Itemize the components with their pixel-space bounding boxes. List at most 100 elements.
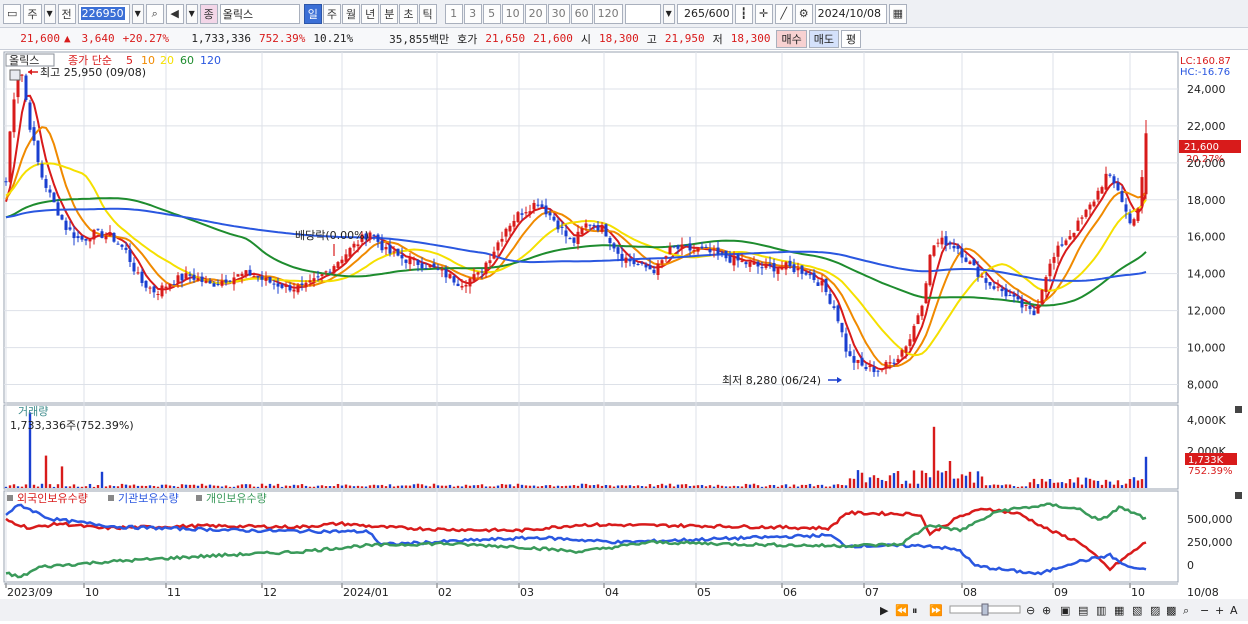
minute-tab-20[interactable]: 20	[524, 3, 547, 24]
candle-body	[920, 305, 924, 317]
chart-tool-icon[interactable]: ▦	[1114, 604, 1124, 617]
draw-icon[interactable]: ╱	[774, 3, 793, 24]
chevron-down-icon[interactable]: ▼	[43, 3, 56, 24]
date-label: 07	[865, 586, 879, 599]
high-price: 21,950	[664, 32, 705, 45]
sell-button[interactable]: 매도	[808, 29, 839, 48]
volume-bar	[720, 485, 724, 488]
minute-tab-5[interactable]: 5	[482, 3, 501, 24]
holding-panel-close-icon[interactable]	[1235, 492, 1242, 499]
candle-body	[472, 274, 476, 281]
volume-bar	[884, 481, 888, 488]
play-icon[interactable]: ▶	[880, 604, 889, 617]
bid-price: 21,600	[533, 32, 573, 45]
font-size-icon[interactable]: A	[1230, 604, 1238, 617]
volume-bar	[1024, 486, 1028, 488]
volume-bar	[904, 480, 908, 488]
candle-body	[408, 257, 412, 265]
zoom-out-icon[interactable]: ⊖	[1026, 604, 1035, 617]
candle-body	[872, 366, 876, 373]
volume-bar	[1032, 478, 1036, 488]
candle-body	[104, 235, 108, 240]
chevron-down-icon[interactable]: ▼	[131, 3, 144, 24]
period-tab-0[interactable]: 일	[303, 3, 322, 24]
minute-tab-120[interactable]: 120	[593, 3, 623, 24]
period-select[interactable]: 주	[23, 3, 42, 24]
volume-bar	[168, 485, 172, 488]
candle-body	[1124, 204, 1128, 212]
candle-body	[480, 271, 484, 273]
minute-tab-1[interactable]: 1	[444, 3, 463, 24]
volume-bar	[924, 472, 928, 488]
plus-icon[interactable]: +	[1215, 604, 1224, 617]
candle-body	[528, 211, 532, 215]
forward-icon[interactable]: ⏩	[929, 604, 943, 617]
date-field[interactable]: 2024/10/08	[814, 3, 887, 24]
period-tab-3[interactable]: 년	[361, 3, 380, 24]
volume-bar	[628, 485, 632, 488]
candle-body	[344, 254, 348, 262]
high-annotation: 최고 25,950 (09/08)	[40, 66, 146, 79]
current-price-tag-text: 21,600	[1184, 142, 1219, 153]
candle-body	[784, 262, 788, 270]
period-tab-5[interactable]: 초	[399, 3, 418, 24]
period-tab-6[interactable]: 틱	[418, 3, 437, 24]
candle-icon[interactable]: ┇	[734, 3, 753, 24]
price-chart-svg[interactable]: 올릭스 종가 단순 5 10 20 60 120 LC:160.87 HC:-1…	[0, 50, 1248, 621]
interval-input[interactable]	[624, 3, 661, 24]
rewind-icon[interactable]: ⏪	[895, 604, 909, 617]
crosshair-icon[interactable]: ✛	[754, 3, 773, 24]
zoom-in-icon[interactable]: ⊕	[1042, 604, 1051, 617]
chart-tool-icon[interactable]: ▣	[1060, 604, 1070, 617]
candle-body	[864, 367, 868, 370]
chart-tool-icon[interactable]: ▧	[1132, 604, 1142, 617]
minus-icon[interactable]: −	[1200, 604, 1209, 617]
stock-code-input[interactable]: 226950	[77, 3, 130, 24]
grid-toggle-icon[interactable]	[9, 69, 21, 81]
minute-tab-10[interactable]: 10	[501, 3, 524, 24]
chart-tool-icon[interactable]: ▨	[1150, 604, 1160, 617]
minute-tab-3[interactable]: 3	[463, 3, 482, 24]
chart-area[interactable]: 올릭스 종가 단순 5 10 20 60 120 LC:160.87 HC:-1…	[0, 50, 1248, 621]
scroll-thumb[interactable]	[981, 603, 989, 616]
chart-tool-icon[interactable]: ▥	[1096, 604, 1106, 617]
price-tick: 24,000	[1187, 83, 1226, 96]
avg-button[interactable]: 평	[840, 29, 862, 48]
candle-body	[520, 213, 524, 215]
buy-button[interactable]: 매수	[776, 29, 807, 48]
period-tab-1[interactable]: 주	[322, 3, 342, 24]
speaker-icon[interactable]: ◀	[165, 3, 184, 24]
minute-tab-30[interactable]: 30	[547, 3, 570, 24]
candle-body	[600, 224, 604, 232]
minute-tab-60[interactable]: 60	[570, 3, 593, 24]
chart-layout-icon[interactable]: ▭	[3, 3, 22, 24]
prev-button[interactable]: 전	[57, 3, 76, 24]
range-display[interactable]: 265/600	[676, 3, 733, 24]
volume-bar	[132, 484, 136, 488]
chevron-down-icon[interactable]: ▼	[662, 3, 675, 24]
candle-body	[640, 262, 644, 264]
volume-bar	[468, 485, 472, 488]
period-tab-2[interactable]: 월	[342, 3, 361, 24]
candle-body	[308, 280, 312, 283]
candle-body	[532, 202, 536, 210]
zoom-search-icon[interactable]: ⌕	[1183, 604, 1189, 617]
candle-body	[680, 244, 684, 249]
pause-icon[interactable]: ⏸	[912, 604, 918, 617]
volume-panel-close-icon[interactable]	[1235, 406, 1242, 413]
volume-bar	[160, 484, 164, 488]
period-tab-4[interactable]: 분	[380, 3, 399, 24]
volume-bar	[1080, 484, 1084, 488]
volume-bar	[792, 484, 796, 488]
search-icon[interactable]: ⌕	[145, 3, 164, 24]
volume-bar	[412, 484, 416, 488]
chevron-down-icon[interactable]: ▼	[185, 3, 198, 24]
volume-bar	[1072, 482, 1076, 488]
gear-icon[interactable]: ⚙	[794, 3, 813, 24]
stock-name-field[interactable]: 올릭스	[219, 3, 300, 24]
candle-body	[592, 225, 596, 227]
chart-tool-icon[interactable]: ▤	[1078, 604, 1088, 617]
chart-tool-icon[interactable]: ▩	[1166, 604, 1176, 617]
candle-body	[116, 243, 120, 245]
calendar-icon[interactable]: ▦	[888, 3, 908, 24]
